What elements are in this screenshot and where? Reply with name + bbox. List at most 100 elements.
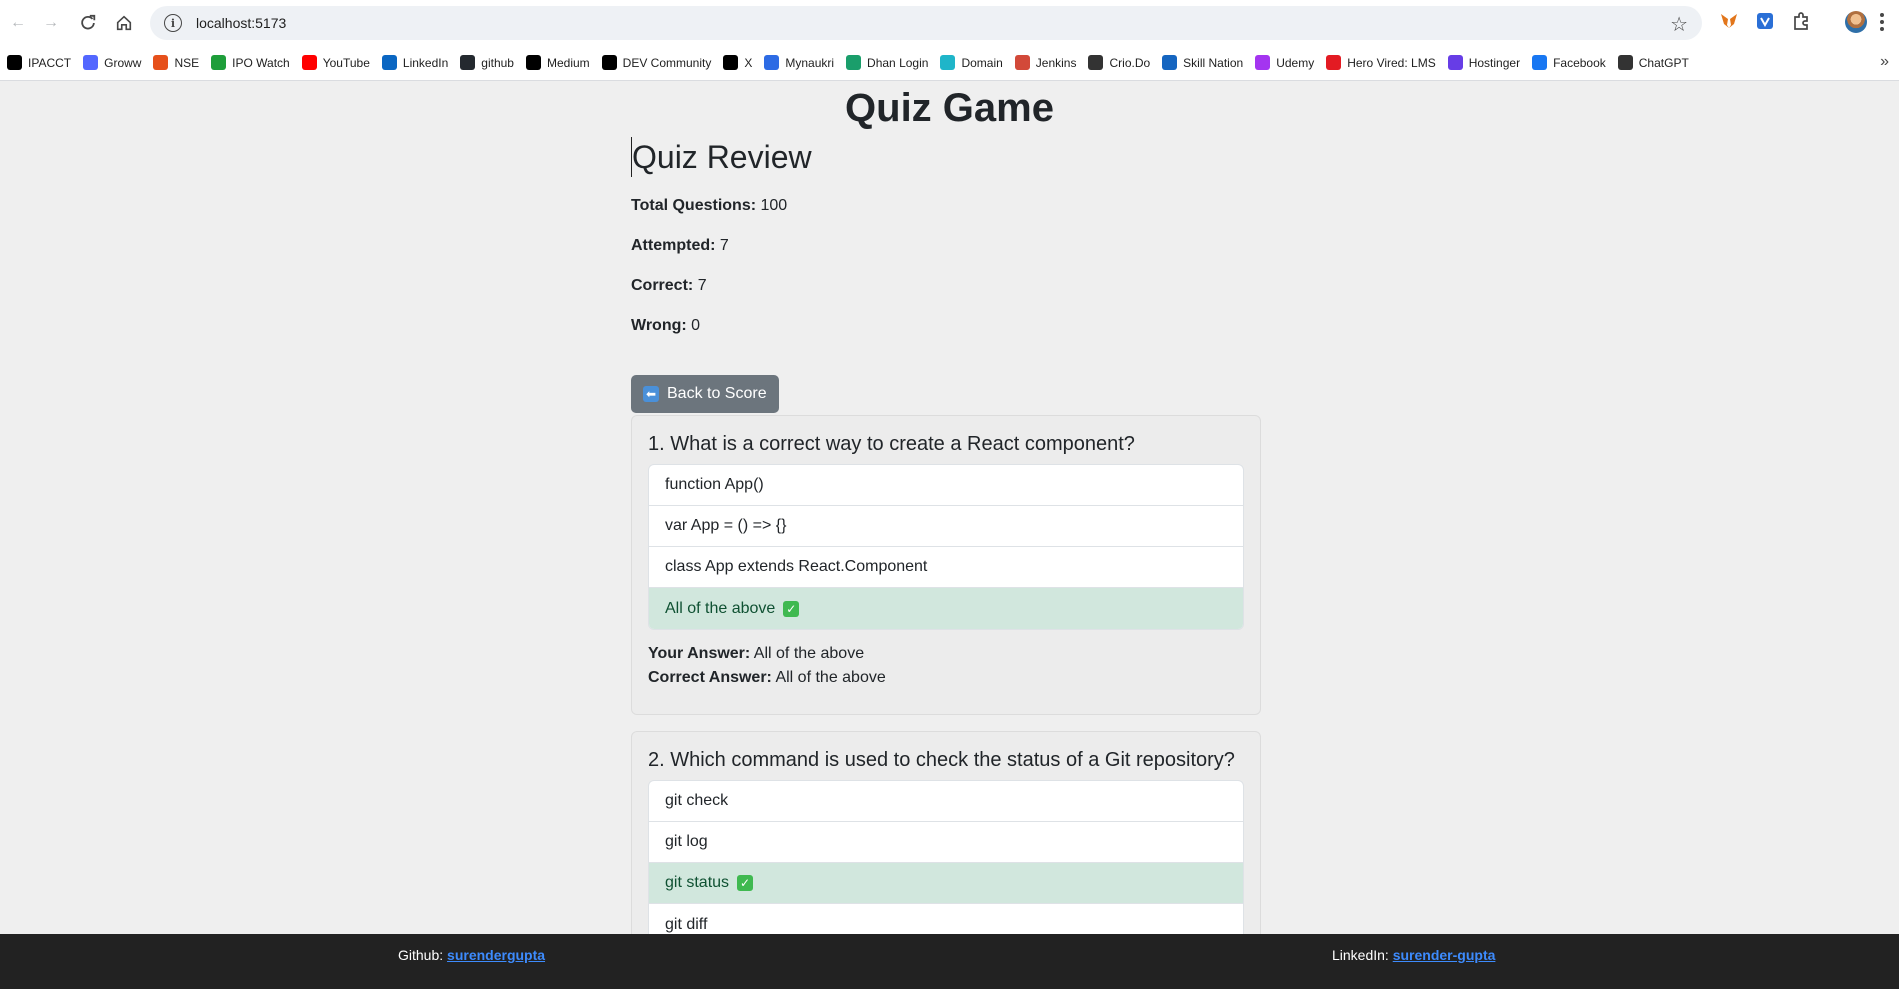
bookmark-label: LinkedIn xyxy=(402,55,449,70)
bookmark-item[interactable]: LinkedIn xyxy=(381,49,456,77)
browser-toolbar: ← → i localhost:5173 ☆ xyxy=(0,0,1899,45)
ipo-icon xyxy=(211,55,227,70)
hero-vired-icon xyxy=(1326,55,1342,70)
option-item: function App() xyxy=(649,465,1243,506)
option-text: git diff xyxy=(665,915,708,933)
option-text: git status xyxy=(665,874,730,891)
github-link[interactable]: surendergupta xyxy=(447,947,545,963)
bookmark-item[interactable]: IPO Watch xyxy=(211,49,298,77)
bookmark-label: Hero Vired: LMS xyxy=(1347,55,1436,70)
bookmark-item[interactable]: Jenkins xyxy=(1014,49,1085,77)
reload-icon[interactable] xyxy=(70,5,106,41)
bookmark-label: Facebook xyxy=(1553,55,1606,70)
x-icon xyxy=(723,55,739,70)
nse-icon xyxy=(153,55,169,70)
your-answer-value: All of the above xyxy=(753,645,865,662)
bookmark-item[interactable]: YouTube xyxy=(301,49,378,77)
github-label: Github: xyxy=(398,947,444,963)
question-text: 2. Which command is used to check the st… xyxy=(648,749,1235,771)
bookmark-label: Domain xyxy=(961,55,1003,70)
profile-avatar[interactable] xyxy=(1845,11,1867,33)
dhan-icon xyxy=(846,55,862,70)
linkedin-link[interactable]: surender-gupta xyxy=(1393,947,1496,963)
total-questions-stat: Total Questions: 100 xyxy=(631,197,1261,215)
bookmark-label: IPACCT xyxy=(28,55,72,70)
wrong-stat: Wrong: 0 xyxy=(631,317,1261,335)
bookmark-item[interactable]: ChatGPT xyxy=(1617,49,1697,77)
question-card: 1. What is a correct way to create a Rea… xyxy=(631,415,1261,715)
bookmark-label: NSE xyxy=(174,55,200,70)
puzzle-extensions-icon[interactable] xyxy=(1790,10,1812,32)
bookmark-label: X xyxy=(744,55,753,70)
linkedin-label: LinkedIn: xyxy=(1332,947,1389,963)
back-to-score-button[interactable]: ⬅ Back to Score xyxy=(631,375,779,413)
bookmark-label: Skill Nation xyxy=(1183,55,1244,70)
bookmark-label: Crio.Do xyxy=(1109,55,1151,70)
review-title: Quiz Review xyxy=(631,137,1261,177)
bookmark-item[interactable]: Medium xyxy=(525,49,598,77)
question-text: 1. What is a correct way to create a Rea… xyxy=(648,433,1135,455)
bookmark-item[interactable]: Hostinger xyxy=(1447,49,1528,77)
back-arrow-icon: ⬅ xyxy=(643,386,659,402)
site-info-icon[interactable]: i xyxy=(164,14,182,32)
your-answer: Your Answer: All of the above xyxy=(648,642,1244,666)
bookmark-label: ChatGPT xyxy=(1638,55,1689,70)
bookmark-label: Medium xyxy=(546,55,590,70)
bookmark-item[interactable]: IPACCT xyxy=(7,49,79,77)
question-card: 2. Which command is used to check the st… xyxy=(631,731,1261,934)
home-icon[interactable] xyxy=(106,5,142,41)
address-bar[interactable]: i localhost:5173 ☆ xyxy=(150,6,1702,40)
bookmark-item[interactable]: Groww xyxy=(83,49,149,77)
option-text: var App = () => {} xyxy=(665,517,787,534)
correct-answer: Correct Answer: All of the above xyxy=(648,666,1244,690)
extension-icon[interactable] xyxy=(1754,10,1776,32)
bookmark-label: github xyxy=(481,55,514,70)
correct-answer-value: All of the above xyxy=(775,669,886,686)
attempted-stat: Attempted: 7 xyxy=(631,237,1261,255)
stat-label: Wrong: xyxy=(631,317,687,334)
dev-icon xyxy=(601,55,617,70)
bookmark-item[interactable]: Crio.Do xyxy=(1088,49,1158,77)
options-list: function App() var App = () => {} class Ap… xyxy=(648,464,1244,630)
stat-value: 7 xyxy=(719,237,729,254)
browser-menu-icon[interactable] xyxy=(1872,8,1892,36)
option-text: function App() xyxy=(665,476,764,493)
bookmark-star-icon[interactable]: ☆ xyxy=(1670,12,1688,37)
bookmark-item[interactable]: X xyxy=(723,49,760,77)
bookmark-item[interactable]: Hero Vired: LMS xyxy=(1326,49,1443,77)
option-text: All of the above xyxy=(665,599,776,617)
bookmark-item[interactable]: Domain xyxy=(940,49,1010,77)
option-text: git check xyxy=(665,792,729,809)
bookmark-item[interactable]: Facebook xyxy=(1532,49,1614,77)
domain-icon xyxy=(940,55,956,70)
bookmark-label: DEV Community xyxy=(622,55,712,70)
answer-summary: Your Answer: All of the above Correct Ans… xyxy=(648,642,1244,690)
udemy-icon xyxy=(1255,55,1271,70)
options-list: git check git log git status ✓ git diff xyxy=(648,780,1244,934)
metamask-extension-icon[interactable] xyxy=(1718,10,1740,32)
option-item: git log xyxy=(649,822,1243,863)
back-arrow-icon[interactable]: ← xyxy=(0,5,36,41)
url-text[interactable]: localhost:5173 xyxy=(196,15,286,31)
stat-value: 0 xyxy=(691,317,701,334)
bookmark-item[interactable]: Mynaukri xyxy=(764,49,842,77)
correct-stat: Correct: 7 xyxy=(631,277,1261,295)
more-bookmarks-icon[interactable]: » xyxy=(1880,53,1889,71)
bookmark-item[interactable]: DEV Community xyxy=(601,49,720,77)
bookmark-item[interactable]: Udemy xyxy=(1255,49,1322,77)
ip-icon xyxy=(7,55,22,70)
back-button-label: Back to Score xyxy=(667,385,767,402)
bookmark-item[interactable]: Skill Nation xyxy=(1162,49,1251,77)
bookmark-label: IPO Watch xyxy=(232,55,290,70)
bookmark-item[interactable]: github xyxy=(460,49,522,77)
chatgpt-icon xyxy=(1617,55,1633,70)
bookmark-label: Groww xyxy=(104,55,142,70)
forward-arrow-icon[interactable]: → xyxy=(33,5,69,41)
bookmark-item[interactable]: NSE xyxy=(153,49,207,77)
option-item: git diff xyxy=(649,904,1243,934)
option-item: class App extends React.Component xyxy=(649,547,1243,588)
bookmark-item[interactable]: Dhan Login xyxy=(846,49,936,77)
skill-nation-icon xyxy=(1162,55,1178,70)
option-item: All of the above ✓ xyxy=(649,588,1243,629)
option-text: git log xyxy=(665,833,708,850)
